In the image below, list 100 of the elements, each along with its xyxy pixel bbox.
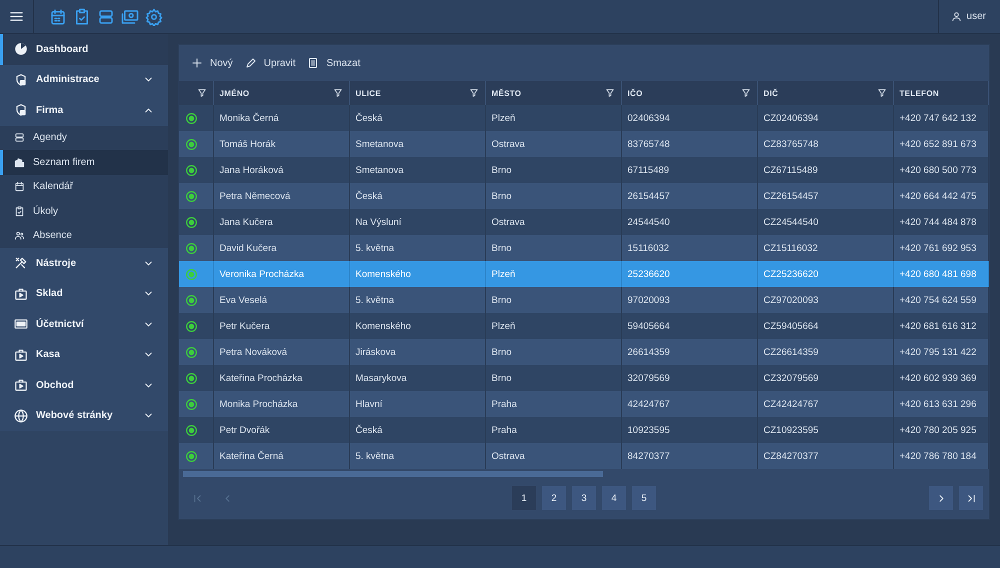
column-header: MĚSTO <box>492 88 522 98</box>
filter-button[interactable] <box>196 88 206 98</box>
table-cell: Eva Veselá <box>220 294 268 306</box>
table-cell: 83765748 <box>628 138 670 150</box>
table-cell: Praha <box>492 424 517 436</box>
toolbar-button[interactable]: Smazat <box>307 57 360 69</box>
column-header: IČO <box>628 88 643 98</box>
sidebar-group[interactable]: Účetnictví <box>0 309 168 340</box>
table-cell: CZ32079569 <box>764 372 818 384</box>
table-cell: 84270377 <box>628 450 670 462</box>
trash-icon <box>307 57 320 69</box>
table-cell: Kateřina Černá <box>220 450 284 462</box>
scrollbar[interactable] <box>183 471 603 477</box>
table-row[interactable]: Monika Černá Česká Plzeň 02406394 CZ02406394 +420 747 642 132 <box>179 105 988 131</box>
table-cell: Česká <box>356 190 382 202</box>
table-cell: Praha <box>492 398 517 410</box>
table-cell: 24544540 <box>628 216 670 228</box>
table-cell: 67115489 <box>628 164 670 176</box>
toolbar-button[interactable]: Nový <box>191 57 233 69</box>
table-cell: 10923595 <box>628 424 670 436</box>
table-cell: 42424767 <box>628 398 670 410</box>
first-page-icon <box>192 492 202 504</box>
filter-button[interactable] <box>740 88 750 98</box>
table-row[interactable]: David Kučera 5. května Brno 15116032 CZ15116032 +420 761 692 953 <box>179 235 988 261</box>
column-header: DIČ <box>764 88 778 98</box>
clipboard-check-icon <box>14 206 25 217</box>
status-icon <box>185 112 198 124</box>
table-cell: +420 680 481 698 <box>900 268 976 280</box>
table-cell: 26154457 <box>628 190 670 202</box>
sidebar-subitem[interactable]: Seznam firem <box>0 150 168 174</box>
status-icon <box>185 164 198 176</box>
status-icon <box>185 138 198 150</box>
page-button[interactable]: 3 <box>572 486 596 510</box>
sidebar-group[interactable]: Sklad <box>0 278 168 309</box>
filter-button[interactable] <box>332 88 342 98</box>
table-row[interactable]: Tomáš Horák Smetanova Ostrava 83765748 CZ83765748 +420 652 891 673 <box>179 131 988 157</box>
table-row[interactable]: Monika Procházka Hlavní Praha 42424767 CZ42424767 +420 613 631 296 <box>179 391 988 417</box>
table-row[interactable]: Kateřina Procházka Masarykova Brno 32079569 CZ32079569 +420 602 939 369 <box>179 365 988 391</box>
sidebar-subitem[interactable]: Absence <box>0 224 168 248</box>
table-cell: CZ83765748 <box>764 138 818 150</box>
table-cell: +420 664 442 475 <box>900 190 976 202</box>
status-icon <box>185 320 198 332</box>
buildings-icon <box>14 156 25 168</box>
stack-icon <box>14 132 25 144</box>
briefcase-icon <box>14 378 28 392</box>
table-cell: CZ26614359 <box>764 346 818 358</box>
table-cell: Smetanova <box>356 164 404 176</box>
last-page-button[interactable] <box>959 486 983 510</box>
table-row[interactable]: Petra Nováková Jiráskova Brno 26614359 CZ26614359 +420 795 131 422 <box>179 339 988 365</box>
table-cell: Jana Kučera <box>220 216 273 228</box>
table-cell: 5. května <box>356 242 394 254</box>
sidebar-item[interactable]: Dashboard <box>0 34 168 64</box>
table-row[interactable]: Eva Veselá 5. května Brno 97020093 CZ97020093 +420 754 624 559 <box>179 287 988 313</box>
filter-button[interactable] <box>604 88 614 98</box>
sidebar-subitem[interactable]: Agendy <box>0 126 168 150</box>
last-page-icon <box>966 492 976 504</box>
filter-button[interactable] <box>876 88 886 98</box>
sidebar-group[interactable]: Kasa <box>0 340 168 370</box>
table-cell: Kateřina Procházka <box>220 372 302 384</box>
table-cell: CZ84270377 <box>764 450 818 462</box>
filter-icon <box>876 88 886 98</box>
globe-icon <box>14 408 28 423</box>
table-row[interactable]: Jana Kučera Na Výsluní Ostrava 24544540 CZ24544540 +420 744 484 878 <box>179 209 988 235</box>
table-cell: CZ25236620 <box>764 268 818 280</box>
table-cell: Na Výsluní <box>356 216 402 228</box>
table-cell: Hlavní <box>356 398 382 410</box>
sidebar-group[interactable]: Firma <box>0 95 168 126</box>
page-button[interactable]: 2 <box>542 486 566 510</box>
sidebar-group[interactable]: Obchod <box>0 370 168 400</box>
status-icon <box>185 424 198 436</box>
table-row[interactable]: Petr Dvořák Česká Praha 10923595 CZ10923595 +420 780 205 925 <box>179 417 988 443</box>
table-cell: Jana Horáková <box>220 164 284 176</box>
filter-button[interactable] <box>468 88 478 98</box>
table-row[interactable]: Petr Kučera Komenského Plzeň 59405664 CZ59405664 +420 681 616 312 <box>179 313 988 339</box>
sidebar-group[interactable]: Administrace <box>0 64 168 95</box>
filter-icon <box>332 88 342 98</box>
table-cell: Smetanova <box>356 138 404 150</box>
settings-icon <box>144 6 164 26</box>
table-cell: Tomáš Horák <box>220 138 276 150</box>
table-cell: CZ59405664 <box>764 320 818 332</box>
sidebar-group[interactable]: Webové stránky <box>0 400 168 431</box>
table-row[interactable]: Petra Němecová Česká Brno 26154457 CZ26154457 +420 664 442 475 <box>179 183 988 209</box>
table-cell: 15116032 <box>628 242 670 254</box>
page-button[interactable]: 1 <box>512 486 536 510</box>
table-cell: 97020093 <box>628 294 670 306</box>
toolbar-button[interactable]: Upravit <box>244 57 296 69</box>
status-icon <box>185 294 198 306</box>
table-cell: CZ02406394 <box>764 112 818 124</box>
sidebar-group[interactable]: Nástroje <box>0 248 168 278</box>
status-icon <box>185 450 198 462</box>
table-row[interactable]: Kateřina Černá 5. května Ostrava 84270377 CZ84270377 +420 786 780 184 <box>179 443 988 469</box>
status-icon <box>185 268 198 280</box>
calendar-icon <box>48 6 68 26</box>
page-button[interactable]: 4 <box>602 486 626 510</box>
page-button[interactable]: 5 <box>632 486 656 510</box>
sidebar-subitem[interactable]: Kalendář <box>0 174 168 199</box>
table-row[interactable]: Jana Horáková Smetanova Brno 67115489 CZ67115489 +420 680 500 773 <box>179 157 988 183</box>
sidebar-subitem[interactable]: Úkoly <box>0 199 168 224</box>
table-cell: +420 786 780 184 <box>900 450 976 462</box>
user-menu[interactable]: user <box>938 0 990 33</box>
